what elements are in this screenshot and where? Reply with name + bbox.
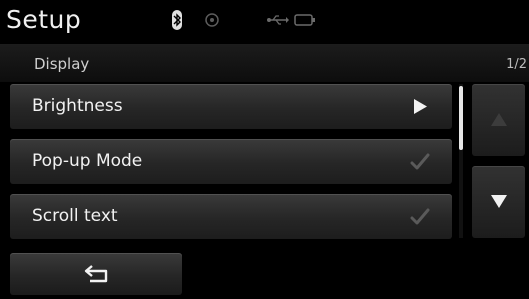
menu-item-scroll-text[interactable]: Scroll text: [10, 194, 452, 239]
back-button[interactable]: [10, 253, 182, 295]
menu-item-label: Pop-up Mode: [32, 151, 143, 171]
menu-item-label: Scroll text: [32, 206, 118, 226]
back-arrow-icon: [84, 265, 108, 283]
usb-icon: [267, 15, 289, 25]
menu-item-popup-mode[interactable]: Pop-up Mode: [10, 139, 452, 184]
section-header: Display 1/2: [0, 44, 529, 82]
battery-icon: [294, 14, 315, 26]
checkmark-icon[interactable]: [410, 208, 430, 226]
scroll-down-button[interactable]: [472, 166, 525, 238]
scroll-up-button[interactable]: [472, 84, 525, 156]
triangle-down-icon: [491, 195, 507, 208]
menu-item-label: Brightness: [32, 96, 123, 116]
setup-screen: Setup Display 1/2 Brightness Pop-up Mode…: [0, 0, 529, 299]
section-title: Display: [34, 55, 90, 73]
header-bar: Setup: [0, 0, 529, 40]
arrow-right-icon: [414, 99, 427, 114]
menu-item-brightness[interactable]: Brightness: [10, 84, 452, 129]
bluetooth-icon: [172, 10, 182, 30]
triangle-up-icon: [491, 113, 507, 126]
disc-icon: [205, 13, 219, 27]
scrollbar-thumb[interactable]: [459, 86, 463, 150]
page-title: Setup: [6, 5, 82, 34]
checkmark-icon[interactable]: [410, 153, 430, 171]
page-indicator: 1/2: [506, 57, 527, 72]
